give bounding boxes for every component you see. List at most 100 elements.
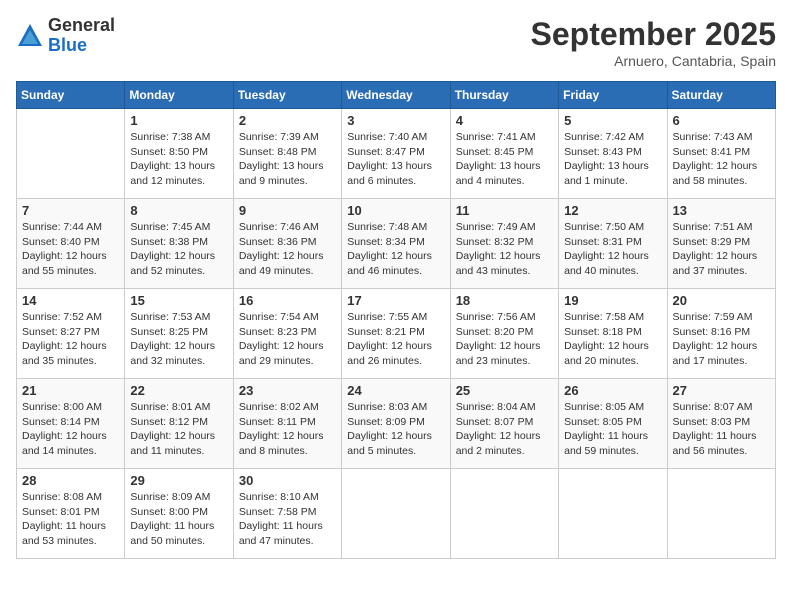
- calendar-cell: 29Sunrise: 8:09 AM Sunset: 8:00 PM Dayli…: [125, 469, 233, 559]
- calendar-cell: [667, 469, 775, 559]
- day-number: 11: [456, 203, 553, 218]
- day-number: 27: [673, 383, 770, 398]
- logo-text: General Blue: [48, 16, 115, 56]
- calendar-cell: 23 Sunrise: 8:02 AM Sunset: 8:11 PM Dayli…: [233, 379, 341, 469]
- calendar-week-row: 28 Sunrise: 8:08 AM Sunset: 8:01 PM Dayli…: [17, 469, 776, 559]
- weekday-header-tuesday: Tuesday: [233, 82, 341, 109]
- day-number: 30: [239, 473, 336, 488]
- day-number: 15: [130, 293, 227, 308]
- day-number: 22: [130, 383, 227, 398]
- calendar-cell: 30Sunrise: 8:10 AM Sunset: 7:58 PM Dayli…: [233, 469, 341, 559]
- day-detail: Sunrise: 7:45 AM Sunset: 8:38 PM Dayligh…: [130, 220, 227, 279]
- day-number: 14: [22, 293, 119, 308]
- day-number: 10: [347, 203, 444, 218]
- day-number: 20: [673, 293, 770, 308]
- day-number: 2: [239, 113, 336, 128]
- day-number: 5: [564, 113, 661, 128]
- day-detail: Sunrise: 7:38 AM Sunset: 8:50 PM Dayligh…: [130, 130, 227, 189]
- calendar-cell: 8 Sunrise: 7:45 AM Sunset: 8:38 PM Daylig…: [125, 199, 233, 289]
- day-number: 18: [456, 293, 553, 308]
- day-detail: Sunrise: 7:43 AM Sunset: 8:41 PM Dayligh…: [673, 130, 770, 189]
- weekday-header-monday: Monday: [125, 82, 233, 109]
- calendar-week-row: 21 Sunrise: 8:00 AM Sunset: 8:14 PM Dayli…: [17, 379, 776, 469]
- day-number: 7: [22, 203, 119, 218]
- calendar-cell: 9Sunrise: 7:46 AM Sunset: 8:36 PM Daylig…: [233, 199, 341, 289]
- calendar-cell: 20 Sunrise: 7:59 AM Sunset: 8:16 PM Dayli…: [667, 289, 775, 379]
- calendar-cell: 3 Sunrise: 7:40 AM Sunset: 8:47 PM Daylig…: [342, 109, 450, 199]
- day-detail: Sunrise: 7:48 AM Sunset: 8:34 PM Dayligh…: [347, 220, 444, 279]
- title-block: September 2025 Arnuero, Cantabria, Spain: [531, 16, 776, 69]
- day-number: 8: [130, 203, 227, 218]
- logo-blue: Blue: [48, 36, 115, 56]
- day-detail: Sunrise: 8:00 AM Sunset: 8:14 PM Dayligh…: [22, 400, 119, 459]
- calendar-cell: [17, 109, 125, 199]
- day-detail: Sunrise: 7:44 AM Sunset: 8:40 PM Dayligh…: [22, 220, 119, 279]
- weekday-header-thursday: Thursday: [450, 82, 558, 109]
- calendar-cell: 18 Sunrise: 7:56 AM Sunset: 8:20 PM Dayli…: [450, 289, 558, 379]
- day-detail: Sunrise: 7:56 AM Sunset: 8:20 PM Dayligh…: [456, 310, 553, 369]
- day-number: 17: [347, 293, 444, 308]
- calendar-cell: 25 Sunrise: 8:04 AM Sunset: 8:07 PM Dayli…: [450, 379, 558, 469]
- day-number: 6: [673, 113, 770, 128]
- day-detail: Sunrise: 8:05 AM Sunset: 8:05 PM Dayligh…: [564, 400, 661, 459]
- day-detail: Sunrise: 7:40 AM Sunset: 8:47 PM Dayligh…: [347, 130, 444, 189]
- day-detail: Sunrise: 8:04 AM Sunset: 8:07 PM Dayligh…: [456, 400, 553, 459]
- day-detail: Sunrise: 7:59 AM Sunset: 8:16 PM Dayligh…: [673, 310, 770, 369]
- day-detail: Sunrise: 8:08 AM Sunset: 8:01 PM Dayligh…: [22, 490, 119, 549]
- day-detail: Sunrise: 8:07 AM Sunset: 8:03 PM Dayligh…: [673, 400, 770, 459]
- calendar-cell: [559, 469, 667, 559]
- calendar-cell: 19 Sunrise: 7:58 AM Sunset: 8:18 PM Dayli…: [559, 289, 667, 379]
- day-number: 16: [239, 293, 336, 308]
- calendar-cell: 12Sunrise: 7:50 AM Sunset: 8:31 PM Dayli…: [559, 199, 667, 289]
- day-detail: Sunrise: 7:54 AM Sunset: 8:23 PM Dayligh…: [239, 310, 336, 369]
- weekday-header-wednesday: Wednesday: [342, 82, 450, 109]
- calendar-cell: 21 Sunrise: 8:00 AM Sunset: 8:14 PM Dayli…: [17, 379, 125, 469]
- logo: General Blue: [16, 16, 115, 56]
- day-number: 3: [347, 113, 444, 128]
- day-detail: Sunrise: 7:52 AM Sunset: 8:27 PM Dayligh…: [22, 310, 119, 369]
- day-detail: Sunrise: 8:01 AM Sunset: 8:12 PM Dayligh…: [130, 400, 227, 459]
- calendar-table: SundayMondayTuesdayWednesdayThursdayFrid…: [16, 81, 776, 559]
- day-detail: Sunrise: 7:58 AM Sunset: 8:18 PM Dayligh…: [564, 310, 661, 369]
- logo-general: General: [48, 16, 115, 36]
- day-number: 9: [239, 203, 336, 218]
- calendar-cell: 13 Sunrise: 7:51 AM Sunset: 8:29 PM Dayli…: [667, 199, 775, 289]
- calendar-cell: 28 Sunrise: 8:08 AM Sunset: 8:01 PM Dayli…: [17, 469, 125, 559]
- day-number: 13: [673, 203, 770, 218]
- calendar-cell: 15 Sunrise: 7:53 AM Sunset: 8:25 PM Dayli…: [125, 289, 233, 379]
- day-number: 21: [22, 383, 119, 398]
- calendar-week-row: 14 Sunrise: 7:52 AM Sunset: 8:27 PM Dayli…: [17, 289, 776, 379]
- day-detail: Sunrise: 7:39 AM Sunset: 8:48 PM Dayligh…: [239, 130, 336, 189]
- weekday-header-row: SundayMondayTuesdayWednesdayThursdayFrid…: [17, 82, 776, 109]
- calendar-cell: [450, 469, 558, 559]
- day-detail: Sunrise: 8:02 AM Sunset: 8:11 PM Dayligh…: [239, 400, 336, 459]
- logo-icon: [16, 22, 44, 50]
- calendar-cell: 6 Sunrise: 7:43 AM Sunset: 8:41 PM Daylig…: [667, 109, 775, 199]
- day-number: 24: [347, 383, 444, 398]
- calendar-cell: 16 Sunrise: 7:54 AM Sunset: 8:23 PM Dayli…: [233, 289, 341, 379]
- calendar-cell: 17Sunrise: 7:55 AM Sunset: 8:21 PM Dayli…: [342, 289, 450, 379]
- calendar-cell: 10 Sunrise: 7:48 AM Sunset: 8:34 PM Dayli…: [342, 199, 450, 289]
- day-number: 1: [130, 113, 227, 128]
- day-number: 28: [22, 473, 119, 488]
- day-number: 29: [130, 473, 227, 488]
- calendar-week-row: 1 Sunrise: 7:38 AM Sunset: 8:50 PM Daylig…: [17, 109, 776, 199]
- weekday-header-saturday: Saturday: [667, 82, 775, 109]
- day-detail: Sunrise: 8:03 AM Sunset: 8:09 PM Dayligh…: [347, 400, 444, 459]
- calendar-cell: 11Sunrise: 7:49 AM Sunset: 8:32 PM Dayli…: [450, 199, 558, 289]
- weekday-header-friday: Friday: [559, 82, 667, 109]
- calendar-cell: 14 Sunrise: 7:52 AM Sunset: 8:27 PM Dayli…: [17, 289, 125, 379]
- day-detail: Sunrise: 7:51 AM Sunset: 8:29 PM Dayligh…: [673, 220, 770, 279]
- page-header: General Blue September 2025 Arnuero, Can…: [16, 16, 776, 69]
- month-title: September 2025: [531, 16, 776, 53]
- day-detail: Sunrise: 7:50 AM Sunset: 8:31 PM Dayligh…: [564, 220, 661, 279]
- day-number: 4: [456, 113, 553, 128]
- calendar-cell: 4Sunrise: 7:41 AM Sunset: 8:45 PM Daylig…: [450, 109, 558, 199]
- calendar-cell: 26Sunrise: 8:05 AM Sunset: 8:05 PM Dayli…: [559, 379, 667, 469]
- day-detail: Sunrise: 7:53 AM Sunset: 8:25 PM Dayligh…: [130, 310, 227, 369]
- day-number: 23: [239, 383, 336, 398]
- day-number: 25: [456, 383, 553, 398]
- calendar-cell: 7 Sunrise: 7:44 AM Sunset: 8:40 PM Daylig…: [17, 199, 125, 289]
- day-detail: Sunrise: 7:42 AM Sunset: 8:43 PM Dayligh…: [564, 130, 661, 189]
- day-number: 19: [564, 293, 661, 308]
